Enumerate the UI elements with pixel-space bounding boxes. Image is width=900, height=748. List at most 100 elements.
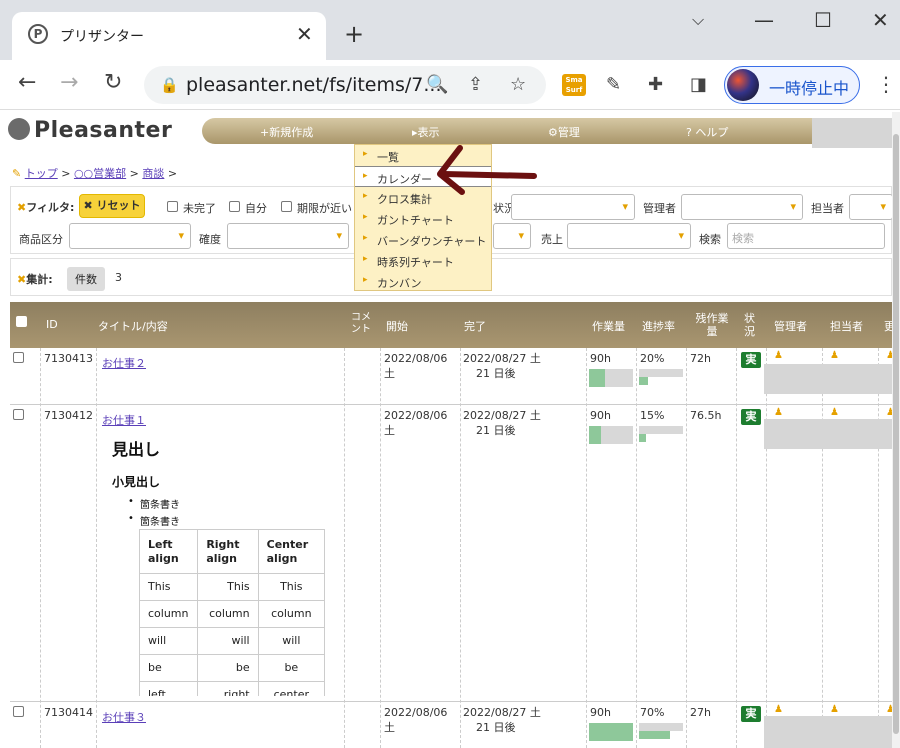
row-checkbox[interactable] (13, 409, 24, 420)
annotation-arrow-icon (437, 145, 537, 195)
select-all-checkbox[interactable] (16, 316, 27, 327)
owner-person-icon[interactable]: ♟ (830, 350, 839, 361)
nav-view[interactable]: ▸表示 (412, 124, 440, 140)
user-menu-area[interactable] (812, 118, 892, 148)
row-end: 2022/08/27 土 (463, 352, 541, 365)
address-bar[interactable]: 🔒 pleasanter.net/fs/items/7... 🔍 ⇪ ☆ (144, 66, 546, 104)
body-bullet: 箇条書き (128, 513, 180, 528)
progress-bar-fill (639, 731, 670, 739)
manager-person-icon[interactable]: ♟ (774, 407, 783, 418)
col-end[interactable]: 完了 (464, 318, 486, 334)
col-manager[interactable]: 管理者 (774, 318, 807, 334)
tab-close-icon[interactable]: ✕ (296, 22, 313, 46)
smartsurf-extension-icon[interactable]: Sma Surf (562, 74, 586, 96)
new-tab-icon[interactable]: + (344, 20, 364, 48)
body-table: Left align Right align Center align This… (139, 529, 326, 696)
nav-admin[interactable]: ⚙管理 (548, 124, 580, 140)
extensions-puzzle-icon[interactable]: ✚ (648, 74, 663, 95)
bookmark-star-icon[interactable]: ☆ (510, 74, 526, 95)
self-checkbox[interactable] (229, 201, 240, 212)
row-id: 7130414 (44, 706, 93, 719)
owner-person-icon[interactable]: ♟ (830, 407, 839, 418)
profile-paused-button[interactable]: 一時停止中 (724, 66, 860, 104)
browser-menu-icon[interactable]: ⋮ (876, 72, 896, 96)
menu-item-kanban[interactable]: カンバン (355, 271, 491, 292)
table-cell: This (139, 573, 199, 601)
table-cell: left (139, 681, 199, 696)
near-due-checkbox[interactable] (281, 201, 292, 212)
window-close-icon[interactable]: ✕ (872, 8, 889, 32)
hidden-filter-select[interactable] (493, 223, 531, 249)
nav-new-item[interactable]: +新規作成 (260, 124, 313, 140)
notes-extension-icon[interactable]: ✎ (606, 74, 621, 95)
table-cell: will (139, 627, 199, 655)
back-icon[interactable]: ← (18, 70, 36, 95)
col-title[interactable]: タイトル/内容 (98, 318, 168, 334)
col-comment[interactable]: コメント (348, 312, 374, 336)
col-remaining[interactable]: 残作業量 (692, 312, 732, 338)
tab-search-icon[interactable]: ⌵ (692, 10, 704, 30)
row-title-link[interactable]: お仕事２ (102, 356, 146, 371)
row-end: 2022/08/27 土 (463, 409, 541, 422)
nav-help[interactable]: ? ヘルプ (686, 124, 728, 140)
minimize-icon[interactable]: — (754, 8, 774, 32)
row-title-link[interactable]: お仕事３ (102, 710, 146, 725)
scrollbar-thumb[interactable] (893, 134, 899, 734)
col-start[interactable]: 開始 (386, 318, 408, 334)
manager-filter-label: 管理者 (643, 202, 676, 215)
breadcrumb-dept[interactable]: ○○営業部 (74, 167, 126, 180)
row-title-link[interactable]: お仕事１ (102, 413, 146, 428)
browser-tab[interactable]: P プリザンター ✕ (12, 12, 326, 60)
manager-person-icon[interactable]: ♟ (774, 350, 783, 361)
product-class-select[interactable] (69, 223, 191, 249)
row-work: 90h (590, 706, 611, 719)
row-remaining: 27h (690, 706, 711, 719)
main-navigation: +新規作成 ▸表示 ⚙管理 ? ヘルプ (202, 118, 816, 144)
url-text[interactable]: pleasanter.net/fs/items/7... (186, 74, 442, 96)
browser-toolbar: ← → ↻ 🔒 pleasanter.net/fs/items/7... 🔍 ⇪… (0, 60, 900, 110)
status-filter-select[interactable] (511, 194, 635, 220)
breadcrumb-deals[interactable]: 商談 (142, 167, 164, 180)
row-checkbox[interactable] (13, 352, 24, 363)
col-progress[interactable]: 進捗率 (642, 318, 675, 334)
progress-bar (639, 426, 683, 434)
col-id[interactable]: ID (46, 318, 58, 331)
incomplete-checkbox[interactable] (167, 201, 178, 212)
tab-title: プリザンター (60, 29, 144, 45)
row-start: 2022/08/06 土 (384, 352, 448, 380)
table-cell: be (139, 654, 199, 682)
owner-filter-select[interactable] (849, 194, 893, 220)
menu-item-timeseries[interactable]: 時系列チャート (355, 250, 491, 271)
lock-icon[interactable]: 🔒 (160, 76, 179, 94)
zoom-icon[interactable]: 🔍 (426, 74, 448, 95)
filter-label: ✖フィルタ: (17, 201, 75, 214)
breadcrumb-top[interactable]: トップ (25, 167, 58, 180)
app-logo[interactable]: Pleasanter (8, 118, 172, 143)
col-owner[interactable]: 担当者 (830, 318, 863, 334)
share-icon[interactable]: ⇪ (468, 74, 483, 95)
row-checkbox[interactable] (13, 706, 24, 717)
row-work: 90h (590, 352, 611, 365)
reset-button[interactable]: ✖ リセット (79, 194, 145, 218)
menu-item-gantt[interactable]: ガントチャート (355, 208, 491, 229)
near-due-label: 期限が近い (297, 202, 352, 215)
forward-icon[interactable]: → (60, 70, 78, 95)
col-status[interactable]: 状況 (744, 312, 758, 338)
incomplete-label: 未完了 (183, 202, 216, 215)
table-row[interactable]: 7130414 お仕事３ 2022/08/06 土 2022/08/27 土 2… (10, 702, 895, 748)
table-row[interactable]: 7130413 お仕事２ 2022/08/06 土 2022/08/27 土 2… (10, 348, 895, 405)
side-panel-icon[interactable]: ◨ (690, 74, 707, 95)
reload-icon[interactable]: ↻ (104, 70, 122, 95)
aggregate-tag[interactable]: 件数 (67, 267, 105, 291)
col-work[interactable]: 作業量 (592, 318, 625, 334)
search-input[interactable]: 検索 (727, 223, 885, 249)
manager-person-icon[interactable]: ♟ (774, 704, 783, 715)
sales-select[interactable] (567, 223, 691, 249)
certainty-select[interactable] (227, 223, 349, 249)
search-label: 検索 (699, 233, 721, 246)
menu-item-burndown[interactable]: バーンダウンチャート (355, 229, 491, 250)
manager-filter-select[interactable] (681, 194, 803, 220)
maximize-icon[interactable]: ☐ (814, 8, 832, 32)
body-heading: 見出し (112, 440, 161, 459)
owner-person-icon[interactable]: ♟ (830, 704, 839, 715)
